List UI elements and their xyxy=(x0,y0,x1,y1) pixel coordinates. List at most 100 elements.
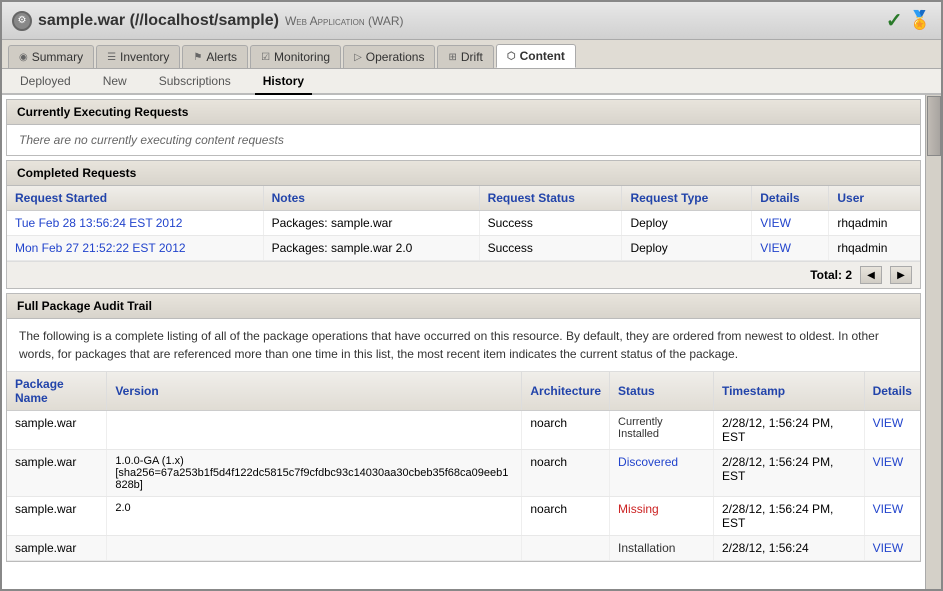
audit-table-row: sample.war noarchCurrently Installed2/28/… xyxy=(7,411,920,450)
audit-col-timestamp[interactable]: Timestamp xyxy=(713,372,864,411)
audit-arch-3 xyxy=(522,536,610,561)
audit-timestamp-2: 2/28/12, 1:56:24 PM, EST xyxy=(713,497,864,536)
next-page-button[interactable]: ▶ xyxy=(890,266,912,284)
content-icon: ⬡ xyxy=(507,51,516,62)
tab-alerts[interactable]: ⚑ Alerts xyxy=(182,45,248,68)
details-link-2[interactable]: VIEW xyxy=(752,236,829,261)
audit-version-2: 2.0 xyxy=(107,497,522,536)
completed-requests-section: Completed Requests Request Started Notes… xyxy=(6,160,921,289)
app-window: ⚙ sample.war (//localhost/sample) Web Ap… xyxy=(0,0,943,591)
subtab-bar: Deployed New Subscriptions History xyxy=(2,69,941,95)
audit-status-3: Installation xyxy=(610,536,714,561)
audit-version-0 xyxy=(107,411,522,450)
audit-arch-2: noarch xyxy=(522,497,610,536)
alerts-icon: ⚑ xyxy=(193,52,202,63)
subtab-history[interactable]: History xyxy=(255,69,312,95)
table-row: Mon Feb 27 21:52:22 EST 2012 Packages: s… xyxy=(7,236,920,261)
status-2: Success xyxy=(479,236,622,261)
details-link-1[interactable]: VIEW xyxy=(752,211,829,236)
currently-executing-header: Currently Executing Requests xyxy=(7,100,920,125)
audit-details-3[interactable]: VIEW xyxy=(864,536,920,561)
app-title: sample.war (//localhost/sample) xyxy=(38,12,279,30)
title-icons: ✓ 🏅 xyxy=(886,8,931,33)
col-request-type[interactable]: Request Type xyxy=(622,186,752,211)
audit-version-1: 1.0.0-GA (1.x) [sha256=67a253b1f5d4f122d… xyxy=(107,450,522,497)
audit-col-details[interactable]: Details xyxy=(864,372,920,411)
prev-page-button[interactable]: ◀ xyxy=(860,266,882,284)
completed-requests-header-row: Request Started Notes Request Status Req… xyxy=(7,186,920,211)
operations-icon: ▷ xyxy=(354,52,362,63)
audit-header-row: Package Name Version Architecture Status… xyxy=(7,372,920,411)
subtab-new[interactable]: New xyxy=(95,69,135,95)
no-requests-text: There are no currently executing content… xyxy=(7,125,920,155)
table-row: Tue Feb 28 13:56:24 EST 2012 Packages: s… xyxy=(7,211,920,236)
tab-monitoring[interactable]: ☑ Monitoring xyxy=(250,45,341,68)
audit-timestamp-0: 2/28/12, 1:56:24 PM, EST xyxy=(713,411,864,450)
drift-icon: ⊞ xyxy=(448,52,456,63)
tab-summary[interactable]: ◉ Summary xyxy=(8,45,94,68)
notes-2: Packages: sample.war 2.0 xyxy=(263,236,479,261)
pagination-row: Total: 2 ◀ ▶ xyxy=(7,261,920,288)
app-subtitle: Web Application (WAR) xyxy=(285,14,404,28)
currently-executing-section: Currently Executing Requests There are n… xyxy=(6,99,921,156)
main-content: Currently Executing Requests There are n… xyxy=(2,95,925,589)
audit-status-1: Discovered xyxy=(610,450,714,497)
audit-timestamp-1: 2/28/12, 1:56:24 PM, EST xyxy=(713,450,864,497)
audit-pkg-2: sample.war xyxy=(7,497,107,536)
scrollbar-thumb[interactable] xyxy=(927,96,941,156)
col-request-status[interactable]: Request Status xyxy=(479,186,622,211)
audit-trail-section: Full Package Audit Trail The following i… xyxy=(6,293,921,562)
col-user[interactable]: User xyxy=(829,186,920,211)
user-1: rhqadmin xyxy=(829,211,920,236)
col-details[interactable]: Details xyxy=(752,186,829,211)
scrollbar-area: Currently Executing Requests There are n… xyxy=(2,95,941,589)
tab-inventory[interactable]: ☰ Inventory xyxy=(96,45,180,68)
completed-requests-table: Request Started Notes Request Status Req… xyxy=(7,186,920,261)
audit-trail-header: Full Package Audit Trail xyxy=(7,294,920,319)
audit-pkg-1: sample.war xyxy=(7,450,107,497)
col-notes[interactable]: Notes xyxy=(263,186,479,211)
type-1: Deploy xyxy=(622,211,752,236)
medal-icon: 🏅 xyxy=(909,10,931,31)
col-request-started[interactable]: Request Started xyxy=(7,186,263,211)
audit-details-2[interactable]: VIEW xyxy=(864,497,920,536)
request-started-2[interactable]: Mon Feb 27 21:52:22 EST 2012 xyxy=(7,236,263,261)
audit-col-architecture[interactable]: Architecture xyxy=(522,372,610,411)
tab-operations[interactable]: ▷ Operations xyxy=(343,45,435,68)
audit-status-0: Currently Installed xyxy=(610,411,714,450)
audit-pkg-0: sample.war xyxy=(7,411,107,450)
status-1: Success xyxy=(479,211,622,236)
audit-table-row: sample.war Installation2/28/12, 1:56:24VI… xyxy=(7,536,920,561)
completed-requests-header: Completed Requests xyxy=(7,161,920,186)
title-left: ⚙ sample.war (//localhost/sample) Web Ap… xyxy=(12,11,404,31)
tab-bar: ◉ Summary ☰ Inventory ⚑ Alerts ☑ Monitor… xyxy=(2,40,941,69)
audit-details-0[interactable]: VIEW xyxy=(864,411,920,450)
inventory-icon: ☰ xyxy=(107,52,116,63)
audit-pkg-3: sample.war xyxy=(7,536,107,561)
app-icon: ⚙ xyxy=(12,11,32,31)
audit-arch-0: noarch xyxy=(522,411,610,450)
audit-status-2: Missing xyxy=(610,497,714,536)
audit-details-1[interactable]: VIEW xyxy=(864,450,920,497)
scrollbar-track xyxy=(925,95,941,589)
audit-arch-1: noarch xyxy=(522,450,610,497)
tab-content[interactable]: ⬡ Content xyxy=(496,44,576,68)
title-bar: ⚙ sample.war (//localhost/sample) Web Ap… xyxy=(2,2,941,40)
audit-description: The following is a complete listing of a… xyxy=(7,319,920,372)
request-started-1[interactable]: Tue Feb 28 13:56:24 EST 2012 xyxy=(7,211,263,236)
audit-col-package-name[interactable]: Package Name xyxy=(7,372,107,411)
audit-table-row: sample.war1.0.0-GA (1.x) [sha256=67a253b… xyxy=(7,450,920,497)
notes-1: Packages: sample.war xyxy=(263,211,479,236)
audit-col-version[interactable]: Version xyxy=(107,372,522,411)
subtab-deployed[interactable]: Deployed xyxy=(12,69,79,95)
audit-col-status[interactable]: Status xyxy=(610,372,714,411)
summary-icon: ◉ xyxy=(19,52,28,63)
subtab-subscriptions[interactable]: Subscriptions xyxy=(151,69,239,95)
monitoring-icon: ☑ xyxy=(261,52,270,63)
tab-drift[interactable]: ⊞ Drift xyxy=(437,45,493,68)
user-2: rhqadmin xyxy=(829,236,920,261)
audit-table-row: sample.war2.0noarchMissing2/28/12, 1:56:… xyxy=(7,497,920,536)
audit-version-3 xyxy=(107,536,522,561)
check-icon: ✓ xyxy=(886,8,903,33)
audit-timestamp-3: 2/28/12, 1:56:24 xyxy=(713,536,864,561)
